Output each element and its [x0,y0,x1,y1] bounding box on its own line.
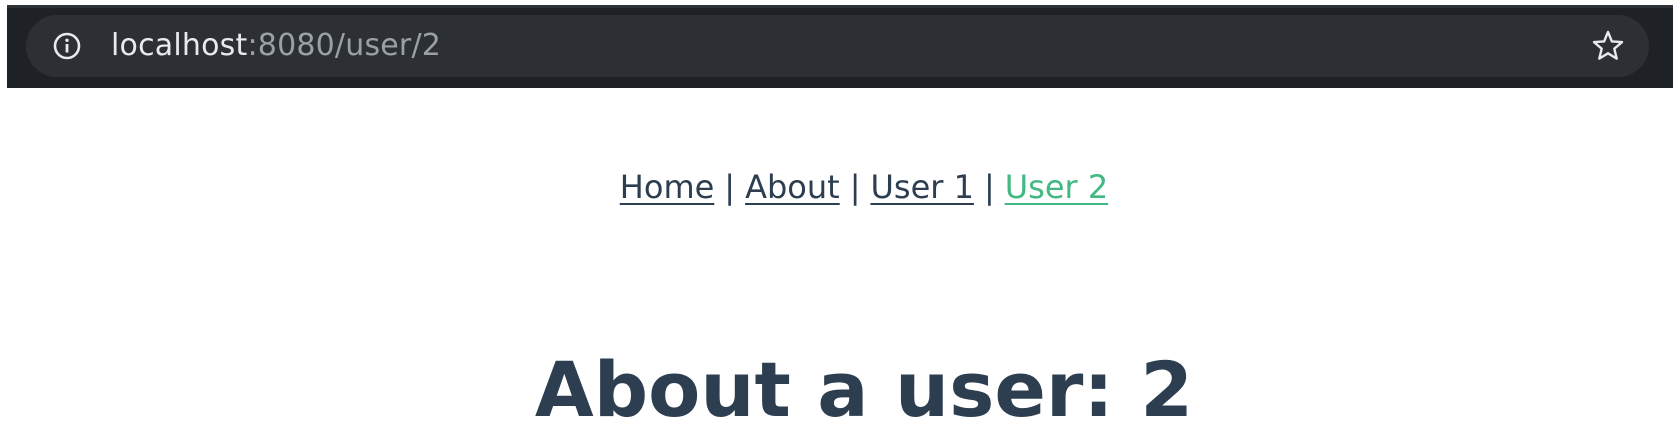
nav-link-user-1[interactable]: User 1 [870,168,973,206]
url-host: localhost [111,28,248,63]
address-bar[interactable]: localhost:8080/user/2 [26,15,1649,77]
page-title: About a user: 2 [534,345,1194,434]
url-path: :8080/user/2 [247,28,442,63]
main-nav: Home | About | User 1 | User 2 [0,168,1676,206]
url-text[interactable]: localhost:8080/user/2 [111,15,441,77]
info-icon[interactable] [52,31,82,61]
nav-separator: | [983,168,995,206]
nav-separator: | [849,168,861,206]
nav-link-about[interactable]: About [745,168,840,206]
nav-link-home[interactable]: Home [620,168,715,206]
star-icon[interactable] [1591,29,1625,63]
nav-link-user-2[interactable]: User 2 [1005,168,1108,206]
browser-toolbar: localhost:8080/user/2 [7,5,1673,88]
nav-separator: | [724,168,736,206]
